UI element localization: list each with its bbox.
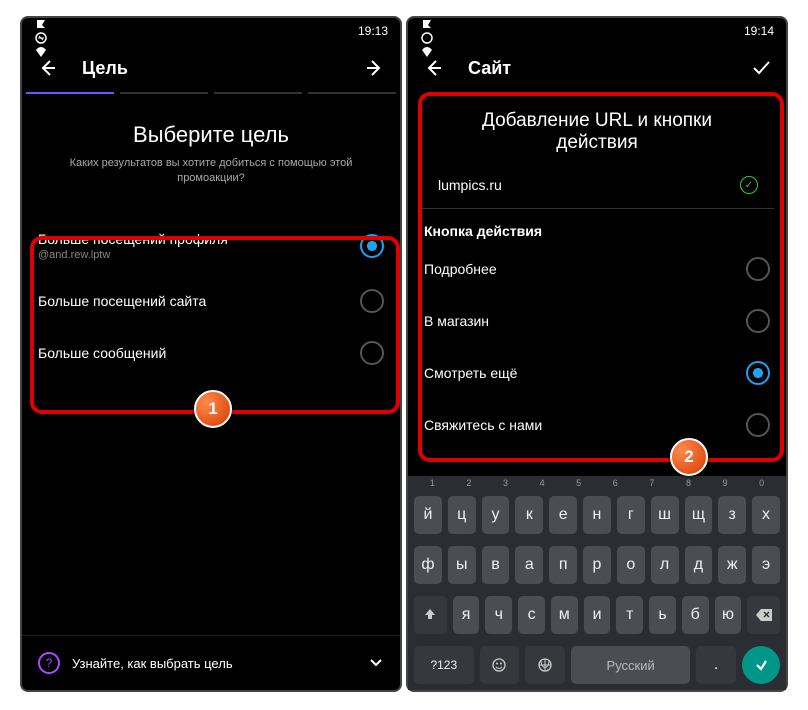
cta-option[interactable]: Смотреть ещё — [408, 347, 786, 399]
status-bar: 19:14 — [408, 18, 786, 44]
cta-option[interactable]: В магазин — [408, 295, 786, 347]
key-д[interactable]: д — [685, 546, 713, 584]
url-input-row[interactable]: ✓ — [420, 162, 774, 209]
keyboard: 1234567890 йцукенгшщзх фывапролджэ ячсми… — [408, 476, 786, 690]
status-icons — [420, 3, 438, 59]
next-icon[interactable] — [364, 57, 386, 79]
globe-key[interactable] — [525, 646, 565, 684]
emoji-key[interactable] — [480, 646, 520, 684]
progress-bar — [22, 92, 400, 104]
goal-options: Больше посещений профиля@and.rew.lptw Бо… — [22, 217, 400, 379]
back-icon[interactable] — [422, 57, 444, 79]
key-г[interactable]: г — [617, 496, 645, 534]
help-icon: ? — [38, 652, 60, 674]
radio-icon — [746, 413, 770, 437]
period-key[interactable]: . — [696, 646, 736, 684]
key-н[interactable]: н — [583, 496, 611, 534]
radio-icon — [746, 309, 770, 333]
key-ц[interactable]: ц — [448, 496, 476, 534]
key-ю[interactable]: ю — [715, 596, 742, 634]
key-л[interactable]: л — [651, 546, 679, 584]
annotation-badge-1: 1 — [194, 390, 232, 428]
confirm-icon[interactable] — [750, 57, 772, 79]
chevron-down-icon — [368, 655, 384, 671]
header-bar: Цель — [22, 44, 400, 92]
cta-option[interactable]: Свяжитесь с нами — [408, 399, 786, 451]
key-ж[interactable]: ж — [718, 546, 746, 584]
radio-icon — [360, 289, 384, 313]
key-а[interactable]: а — [515, 546, 543, 584]
status-bar: 19:13 — [22, 18, 400, 44]
radio-icon — [360, 234, 384, 258]
key-з[interactable]: з — [718, 496, 746, 534]
cta-option[interactable]: Подробнее — [408, 243, 786, 295]
kbd-row: фывапролджэ — [408, 540, 786, 590]
shift-key[interactable] — [414, 596, 447, 634]
header-bar: Сайт — [408, 44, 786, 92]
key-в[interactable]: в — [482, 546, 510, 584]
kbd-row: ячсмитьбю — [408, 590, 786, 640]
status-time: 19:13 — [358, 24, 388, 38]
status-icons — [34, 3, 52, 59]
key-п[interactable]: п — [549, 546, 577, 584]
cta-options: Подробнее В магазин Смотреть ещё Свяжите… — [408, 243, 786, 451]
key-б[interactable]: б — [682, 596, 709, 634]
key-у[interactable]: у — [482, 496, 510, 534]
key-р[interactable]: р — [583, 546, 611, 584]
key-ф[interactable]: ф — [414, 546, 442, 584]
key-м[interactable]: м — [551, 596, 578, 634]
subtitle: Каких результатов вы хотите добиться с п… — [22, 156, 400, 187]
goal-option-profile[interactable]: Больше посещений профиля@and.rew.lptw — [22, 217, 400, 275]
key-я[interactable]: я — [453, 596, 480, 634]
section-title: Кнопка действия — [408, 209, 786, 243]
space-key[interactable]: Русский — [571, 646, 690, 684]
back-icon[interactable] — [36, 57, 58, 79]
valid-icon: ✓ — [740, 176, 758, 194]
goal-option-messages[interactable]: Больше сообщений — [22, 327, 400, 379]
enter-key[interactable] — [742, 646, 780, 684]
key-е[interactable]: е — [549, 496, 577, 534]
kbd-number-hints: 1234567890 — [408, 476, 786, 490]
heading: Выберите цель — [22, 122, 400, 148]
key-и[interactable]: и — [584, 596, 611, 634]
key-ы[interactable]: ы — [448, 546, 476, 584]
footer-hint[interactable]: ? Узнайте, как выбрать цель — [22, 635, 400, 690]
key-э[interactable]: э — [752, 546, 780, 584]
key-й[interactable]: й — [414, 496, 442, 534]
key-ь[interactable]: ь — [649, 596, 676, 634]
heading: Добавление URL и кнопки действия — [408, 110, 786, 154]
goal-option-site[interactable]: Больше посещений сайта — [22, 275, 400, 327]
key-о[interactable]: о — [617, 546, 645, 584]
key-щ[interactable]: щ — [685, 496, 713, 534]
symbols-key[interactable]: ?123 — [414, 646, 474, 684]
page-title: Цель — [82, 58, 364, 79]
key-т[interactable]: т — [616, 596, 643, 634]
page-title: Сайт — [468, 58, 750, 79]
key-ш[interactable]: ш — [651, 496, 679, 534]
url-input[interactable] — [436, 176, 740, 194]
radio-icon — [746, 257, 770, 281]
kbd-row: ?123 Русский . — [408, 640, 786, 690]
radio-icon — [360, 341, 384, 365]
key-х[interactable]: х — [752, 496, 780, 534]
radio-icon — [746, 361, 770, 385]
kbd-row: йцукенгшщзх — [408, 490, 786, 540]
annotation-badge-2: 2 — [670, 438, 708, 476]
key-с[interactable]: с — [518, 596, 545, 634]
key-ч[interactable]: ч — [485, 596, 512, 634]
status-time: 19:14 — [744, 24, 774, 38]
backspace-key[interactable] — [747, 596, 780, 634]
key-к[interactable]: к — [515, 496, 543, 534]
